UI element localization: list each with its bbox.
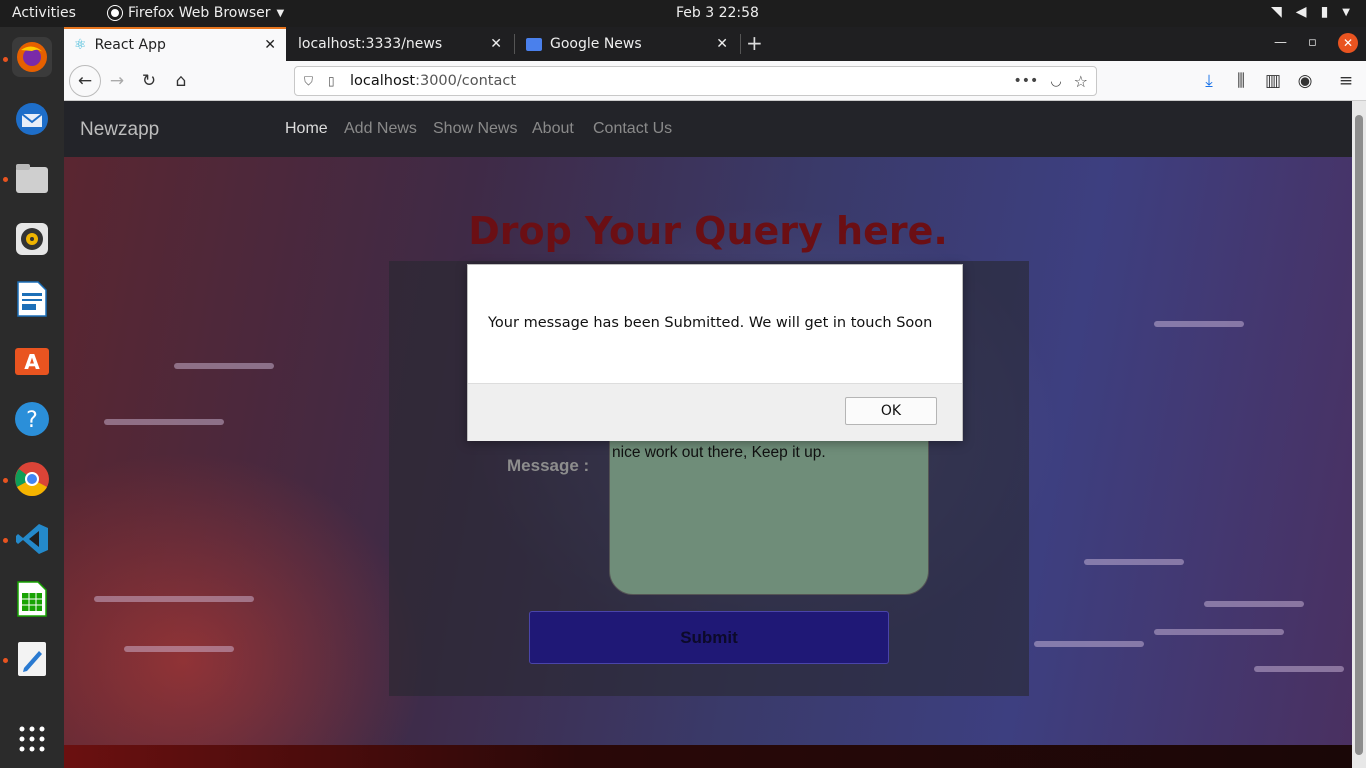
- nav-add-news[interactable]: Add News: [344, 120, 417, 138]
- writer-icon[interactable]: [12, 279, 52, 319]
- tab-separator: [740, 34, 741, 54]
- maximize-icon[interactable]: ▫: [1308, 35, 1317, 50]
- shield-icon[interactable]: ⛉: [304, 74, 322, 89]
- running-indicator: [3, 658, 8, 663]
- nav-show-news[interactable]: Show News: [433, 120, 517, 138]
- sidebar-icon[interactable]: ▥: [1258, 67, 1288, 95]
- page-footer: [64, 745, 1352, 768]
- tab-google-news[interactable]: Google News ✕: [516, 27, 738, 61]
- svg-text:?: ?: [26, 408, 38, 433]
- app-menu[interactable]: Firefox Web Browser ▼: [108, 5, 284, 21]
- running-indicator: [3, 538, 8, 543]
- tab-react-app[interactable]: ⚛ React App ✕: [64, 27, 286, 61]
- dialog-message: Your message has been Submitted. We will…: [488, 315, 933, 331]
- calc-icon[interactable]: [12, 579, 52, 619]
- help-icon[interactable]: ?: [12, 399, 52, 439]
- scrollbar-thumb[interactable]: [1355, 115, 1363, 755]
- message-textarea[interactable]: nice work out there, Keep it up.: [609, 437, 929, 595]
- submit-button[interactable]: Submit: [529, 611, 889, 664]
- running-indicator: [3, 478, 8, 483]
- brand-logo[interactable]: Newzapp: [80, 119, 159, 141]
- chrome-icon[interactable]: [12, 459, 52, 499]
- tab-strip: ⚛ React App ✕ localhost:3333/news ✕ Goog…: [64, 27, 1366, 61]
- page-scrollbar[interactable]: [1352, 101, 1366, 768]
- new-tab-icon[interactable]: +: [746, 31, 763, 55]
- close-icon[interactable]: ✕: [264, 37, 276, 53]
- wifi-icon: ◥: [1271, 4, 1282, 20]
- url-bar[interactable]: ⛉ ▯ localhost:3000/contact ••• ◡ ☆: [294, 66, 1097, 96]
- tab-separator: [514, 34, 515, 54]
- tab-label: React App: [94, 37, 166, 53]
- nav-contact-us[interactable]: Contact Us: [593, 120, 672, 138]
- system-tray[interactable]: ◥ ◀ ▮ ▼: [1271, 4, 1350, 20]
- system-top-bar: Activities Firefox Web Browser ▼ Feb 3 2…: [0, 0, 1366, 27]
- reload-icon[interactable]: ↻: [134, 67, 164, 95]
- dialog-footer: OK: [468, 383, 962, 441]
- bookmark-star-icon[interactable]: ☆: [1074, 72, 1088, 91]
- battery-icon: ▮: [1320, 4, 1329, 20]
- firefox-small-icon: [108, 6, 122, 20]
- tab-label: localhost:3333/news: [298, 36, 443, 52]
- home-icon[interactable]: ⌂: [166, 67, 196, 95]
- back-icon[interactable]: ←: [69, 65, 101, 97]
- svg-text:A: A: [24, 350, 40, 374]
- thunderbird-icon[interactable]: [12, 99, 52, 139]
- downloads-icon[interactable]: ⤓: [1194, 67, 1224, 95]
- account-icon[interactable]: ◉: [1290, 67, 1320, 95]
- pocket-icon[interactable]: ◡: [1050, 74, 1061, 89]
- running-indicator: [3, 57, 8, 62]
- hamburger-menu-icon[interactable]: ≡: [1331, 67, 1361, 95]
- dock: A ?: [0, 27, 64, 768]
- google-news-icon: [526, 37, 542, 51]
- text-editor-icon[interactable]: [12, 639, 52, 679]
- chevron-down-icon: ▼: [1342, 6, 1350, 18]
- vscode-icon[interactable]: [12, 519, 52, 559]
- window-close-icon[interactable]: ✕: [1338, 33, 1358, 53]
- nav-home[interactable]: Home: [285, 120, 328, 138]
- navigation-toolbar: ← → ↻ ⌂ ⛉ ▯ localhost:3000/contact ••• ◡…: [64, 61, 1366, 101]
- running-indicator: [3, 177, 8, 182]
- files-icon[interactable]: [12, 159, 52, 199]
- page-actions-icon[interactable]: •••: [1014, 73, 1039, 89]
- page-title: Drop Your Query here.: [468, 209, 948, 253]
- volume-icon: ◀: [1295, 4, 1307, 20]
- alert-dialog: Your message has been Submitted. We will…: [467, 264, 963, 441]
- activities-button[interactable]: Activities: [12, 5, 76, 21]
- app-navbar: Newzapp Home Add News Show News About Co…: [64, 101, 1352, 157]
- close-icon[interactable]: ✕: [490, 36, 502, 52]
- message-label: Message :: [507, 456, 590, 475]
- clock[interactable]: Feb 3 22:58: [676, 5, 759, 21]
- close-icon[interactable]: ✕: [716, 36, 728, 52]
- tab-label: Google News: [550, 36, 642, 52]
- tab-localhost-news[interactable]: localhost:3333/news ✕: [288, 27, 512, 61]
- ok-button[interactable]: OK: [845, 397, 937, 425]
- software-center-icon[interactable]: A: [12, 339, 52, 379]
- show-apps-icon[interactable]: [12, 719, 52, 759]
- dropdown-arrow-icon: ▼: [276, 7, 285, 19]
- library-icon[interactable]: ⫼: [1226, 67, 1256, 95]
- react-icon: ⚛: [74, 37, 87, 53]
- app-menu-label: Firefox Web Browser: [128, 5, 271, 21]
- firefox-icon[interactable]: [12, 37, 52, 77]
- url-path: :3000/contact: [415, 73, 517, 89]
- url-text: localhost:3000/contact: [350, 73, 516, 89]
- page-info-icon[interactable]: ▯: [328, 74, 346, 88]
- nav-about[interactable]: About: [532, 120, 574, 138]
- url-host: localhost: [350, 73, 416, 89]
- forward-icon[interactable]: →: [102, 67, 132, 95]
- minimize-icon[interactable]: —: [1274, 35, 1287, 50]
- rhythmbox-icon[interactable]: [12, 219, 52, 259]
